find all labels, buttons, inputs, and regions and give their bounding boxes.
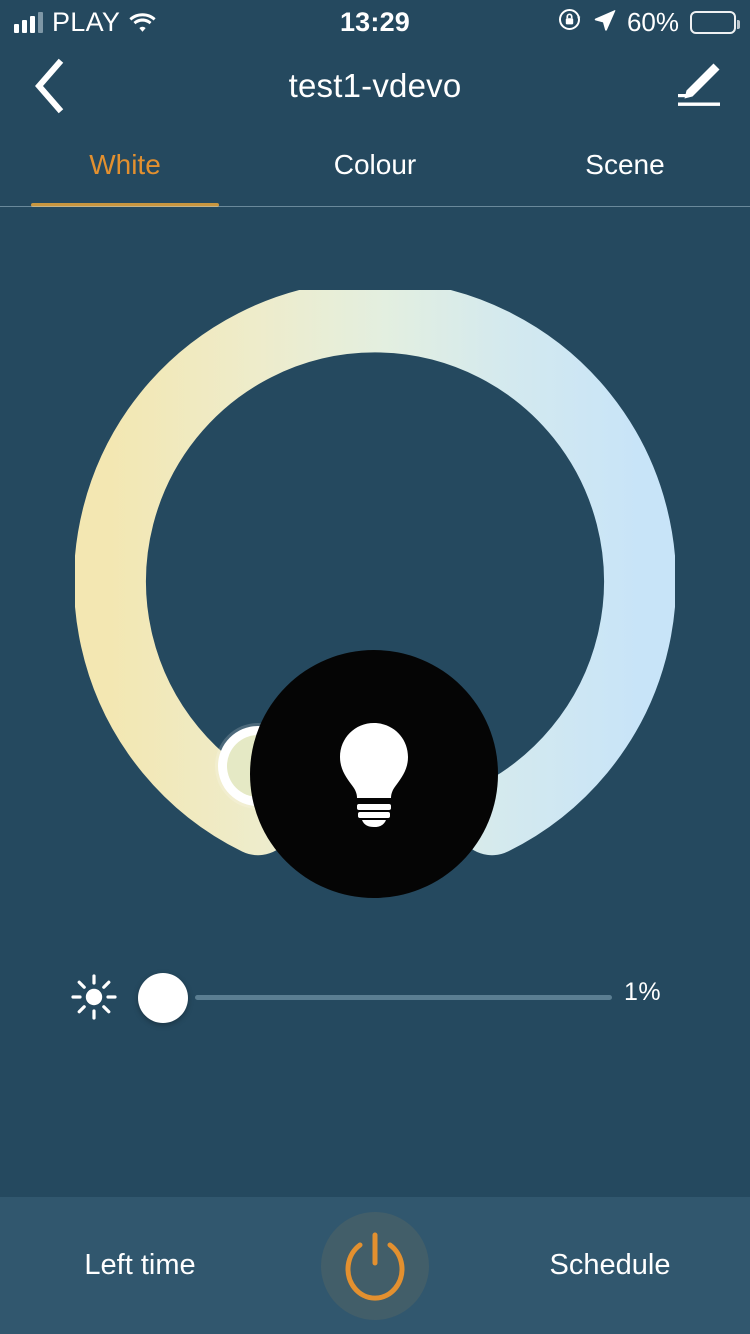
brightness-control: 1% [0, 952, 750, 1042]
mode-tabs: White Colour Scene [0, 128, 750, 207]
power-button-wrap [280, 1197, 470, 1334]
left-time-label: Left time [84, 1249, 196, 1281]
brightness-value-label: 1% [624, 978, 662, 1006]
rotation-lock-icon [557, 7, 582, 37]
tab-scene[interactable]: Scene [500, 128, 750, 207]
page-title: test1-vdevo [288, 67, 462, 104]
location-arrow-icon [593, 8, 616, 36]
light-bulb-icon [340, 723, 408, 827]
brightness-slider[interactable] [138, 973, 618, 1023]
schedule-label: Schedule [549, 1249, 671, 1281]
brightness-sun-icon [70, 973, 118, 1021]
tab-colour-label: Colour [333, 148, 417, 180]
brightness-slider-thumb[interactable] [138, 973, 188, 1023]
schedule-button[interactable]: Schedule [470, 1197, 750, 1334]
pencil-edit-icon [678, 63, 720, 106]
tab-scene-label: Scene [585, 148, 665, 180]
colour-temperature-ring[interactable] [0, 207, 750, 898]
tab-colour[interactable]: Colour [250, 128, 500, 207]
tab-white-label: White [89, 148, 161, 180]
power-button[interactable] [321, 1211, 429, 1320]
device-control-screen: PLAY 13:29 60% test1-vdevo White Colour … [0, 0, 750, 1334]
power-button-icon [345, 1232, 405, 1301]
navigation-bar: test1-vdevo [0, 44, 750, 128]
bottom-action-bar: Left time Schedule [0, 1197, 750, 1334]
brightness-slider-track[interactable] [195, 995, 612, 1000]
status-bar-right: 60% [557, 0, 740, 44]
battery-percent-label: 60% [626, 6, 679, 37]
status-bar: PLAY 13:29 60% [0, 0, 750, 44]
left-time-button[interactable]: Left time [0, 1197, 280, 1334]
bulb-power-disc[interactable] [250, 650, 498, 898]
edit-button[interactable] [660, 44, 734, 128]
tab-white[interactable]: White [0, 128, 250, 207]
main-content: 1% [0, 207, 750, 1197]
battery-icon [690, 10, 740, 34]
